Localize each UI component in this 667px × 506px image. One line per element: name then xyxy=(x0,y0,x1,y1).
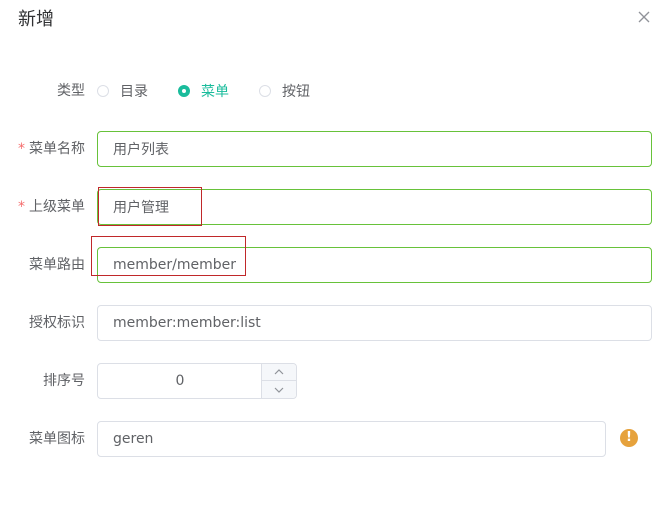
menu-name-label: * 菜单名称 xyxy=(18,139,85,159)
radio-button-label: 按钮 xyxy=(282,84,310,100)
close-button[interactable] xyxy=(636,9,652,25)
radio-menu-label: 菜单 xyxy=(201,84,229,100)
menu-name-label-text: 菜单名称 xyxy=(29,141,85,157)
radio-directory-circle[interactable] xyxy=(97,85,109,97)
menu-icon-input[interactable] xyxy=(97,421,606,457)
menu-route-label: 菜单路由 xyxy=(29,257,85,273)
radio-button-circle[interactable] xyxy=(259,85,271,97)
radio-menu[interactable]: 菜单 xyxy=(178,81,229,101)
menu-icon-label: 菜单图标 xyxy=(29,431,85,447)
parent-menu-label: * 上级菜单 xyxy=(18,197,85,217)
increase-button[interactable] xyxy=(261,364,296,381)
menu-route-input[interactable] xyxy=(97,247,652,283)
decrease-button[interactable] xyxy=(261,381,296,398)
add-menu-dialog: 新增 类型 目录 菜单 按钮 *菜单名称 *上 xyxy=(0,0,667,506)
radio-menu-circle[interactable] xyxy=(178,85,190,97)
order-stepper[interactable]: 0 xyxy=(97,363,297,399)
radio-directory-label: 目录 xyxy=(120,84,148,100)
order-label: 排序号 xyxy=(43,373,85,389)
permission-input[interactable] xyxy=(97,305,652,341)
dialog-title: 新增 xyxy=(18,9,54,30)
permission-label: 授权标识 xyxy=(29,315,85,331)
radio-button[interactable]: 按钮 xyxy=(259,81,310,101)
required-mark: * xyxy=(18,199,25,215)
chevron-down-icon xyxy=(274,387,284,393)
type-label: 类型 xyxy=(57,83,85,99)
chevron-up-icon xyxy=(274,369,284,375)
menu-name-input[interactable] xyxy=(97,131,652,167)
parent-menu-label-text: 上级菜单 xyxy=(29,199,85,215)
parent-menu-input[interactable] xyxy=(97,189,652,225)
warning-circle-icon[interactable]: ! xyxy=(620,429,638,447)
type-radio-group: 目录 菜单 按钮 xyxy=(97,81,310,101)
required-mark: * xyxy=(18,141,25,157)
order-value[interactable]: 0 xyxy=(98,364,262,398)
close-icon xyxy=(638,11,650,23)
radio-directory[interactable]: 目录 xyxy=(97,81,148,101)
